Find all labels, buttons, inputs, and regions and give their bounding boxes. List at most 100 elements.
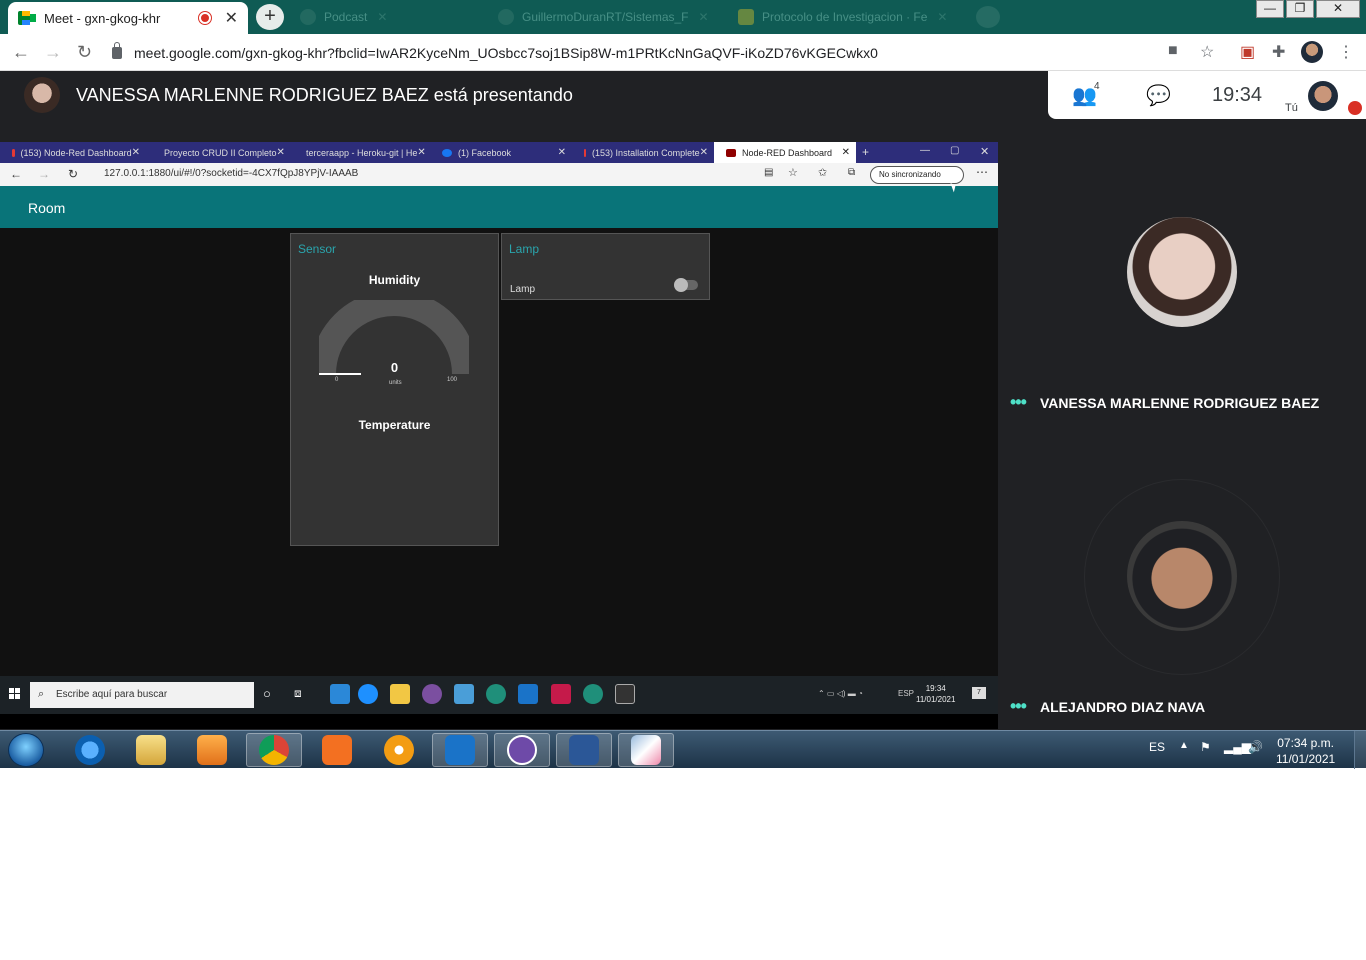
- shared-reload-icon: ↻: [68, 167, 79, 181]
- show-hidden-icons-icon[interactable]: ▲: [1179, 740, 1189, 751]
- shared-new-tab-icon: +: [862, 145, 870, 159]
- tab-meet[interactable]: Meet - gxn-gkog-khr ✕: [8, 2, 248, 34]
- shared-address-bar: ← → ↻ 127.0.0.1:1880/ui/#!/0?socketid=-4…: [0, 163, 998, 186]
- shared-forward-icon: →: [38, 167, 50, 181]
- more-options-icon[interactable]: •••: [1010, 696, 1027, 717]
- file-explorer-icon: [390, 684, 410, 704]
- sync-status: No sincronizando: [870, 166, 964, 184]
- participant-avatar: [1127, 521, 1237, 631]
- windows-start-icon: [9, 688, 21, 700]
- github-icon: [498, 9, 514, 25]
- shared-tab: (153) Installation Complete ✕: [572, 142, 714, 163]
- start-orb-icon[interactable]: [8, 733, 44, 767]
- reload-icon[interactable]: ↻: [77, 42, 92, 63]
- presenting-text: VANESSA MARLENNE RODRIGUEZ BAEZ está pre…: [76, 84, 573, 105]
- shared-maximize-icon: ▢: [950, 145, 960, 156]
- temperature-label: Temperature: [358, 418, 431, 432]
- presenting-bar: VANESSA MARLENNE RODRIGUEZ BAEZ está pre…: [0, 71, 1048, 119]
- taskbar-explorer[interactable]: [123, 733, 179, 767]
- window-controls: — ❐ ✕: [1254, 0, 1360, 18]
- address-bar[interactable]: meet.google.com/gxn-gkog-khr?fbclid=IwAR…: [112, 39, 1222, 67]
- cortana-icon: ○: [263, 686, 271, 701]
- youtube-icon: [12, 148, 15, 157]
- folder-icon: [136, 735, 166, 765]
- notifications-icon: 7: [972, 687, 986, 699]
- lamp-card: Lamp Lamp: [501, 233, 710, 300]
- taskbar-internet-explorer[interactable]: [62, 733, 118, 767]
- taskbar-app-icon: [330, 684, 350, 704]
- tab-favicon-icon: [300, 9, 316, 25]
- minimize-button[interactable]: —: [1256, 0, 1284, 18]
- shared-read-icon: ▤: [764, 167, 774, 178]
- edge-icon: [583, 684, 603, 704]
- volume-icon[interactable]: 🔊: [1248, 740, 1263, 754]
- chat-icon[interactable]: 💬: [1146, 83, 1171, 108]
- new-tab-button[interactable]: +: [256, 4, 284, 30]
- back-icon[interactable]: ←: [12, 42, 30, 63]
- participant-name: VANESSA MARLENNE RODRIGUEZ BAEZ: [1040, 395, 1320, 411]
- shared-tab: terceraapp - Heroku-git | He ✕: [306, 147, 426, 158]
- shared-close-icon: ✕: [980, 146, 990, 158]
- extension-icon[interactable]: ▣: [1240, 42, 1255, 62]
- xampp-icon: [322, 735, 352, 765]
- self-video-thumbnail[interactable]: [1308, 81, 1338, 111]
- lock-icon: [112, 42, 122, 59]
- dashboard-header: Room: [0, 186, 998, 228]
- participants-count: 4: [1094, 81, 1100, 92]
- lamp-toggle: [674, 278, 698, 292]
- menu-kebab-icon[interactable]: ⋮: [1338, 42, 1354, 62]
- taskbar-media-player[interactable]: [184, 733, 240, 767]
- url-text: meet.google.com/gxn-gkog-khr?fbclid=IwAR…: [134, 45, 878, 61]
- taskbar-xampp[interactable]: [309, 733, 365, 767]
- shared-tab: (153) Node-Red Dashboard ✕: [0, 142, 146, 163]
- meeting-time: 19:34: [1212, 84, 1263, 106]
- shared-favorites-icon: ✩: [818, 167, 828, 179]
- shared-screen: (153) Node-Red Dashboard ✕ Proyecto CRUD …: [0, 142, 998, 729]
- taskbar-vscode[interactable]: [432, 733, 488, 767]
- action-center-flag-icon[interactable]: ⚑: [1200, 740, 1211, 754]
- background-tab[interactable]: GuillermoDuranRT/Sistemas_F ✕: [498, 6, 720, 28]
- tab-title: Meet - gxn-gkog-khr: [44, 10, 161, 26]
- bookmark-star-icon[interactable]: ☆: [1200, 42, 1214, 62]
- taskbar-chrome[interactable]: [246, 733, 302, 767]
- card-title: Sensor: [298, 242, 337, 256]
- tab-close-icon[interactable]: ✕: [937, 10, 947, 24]
- tab-close-icon[interactable]: ✕: [225, 8, 238, 28]
- taskbar-github-desktop[interactable]: [494, 733, 550, 767]
- background-tab[interactable]: Podcast ✕: [300, 6, 480, 28]
- background-tab[interactable]: Protocolo de Investigacion · Fe ✕: [738, 6, 960, 28]
- shared-tab: (1) Facebook ✕: [430, 142, 572, 163]
- forward-icon[interactable]: →: [44, 42, 62, 63]
- os-clock[interactable]: 07:34 p.m. 11/01/2021: [1276, 735, 1335, 767]
- taskbar-word[interactable]: [556, 733, 612, 767]
- close-window-button[interactable]: ✕: [1316, 0, 1360, 18]
- network-signal-icon[interactable]: ▂▄▆: [1224, 740, 1251, 754]
- shared-lang: ESP: [898, 689, 915, 698]
- meet-top-panel: 👥 4 💬 19:34 Tú: [1048, 71, 1366, 119]
- tab-close-icon[interactable]: ✕: [377, 10, 387, 24]
- shared-minimize-icon: —: [920, 145, 930, 156]
- screen: Meet - gxn-gkog-khr ✕ + Podcast ✕ Guille…: [0, 0, 1366, 960]
- shared-search-box: ⌕ Escribe aquí para buscar: [30, 682, 254, 708]
- shared-taskbar: ⌕ Escribe aquí para buscar ○ ⧈ ⌃ ▭ ◁) ▬ …: [0, 676, 998, 714]
- os-lang[interactable]: ES: [1149, 740, 1165, 754]
- taskbar-paint[interactable]: [618, 733, 674, 767]
- maximize-button[interactable]: ❐: [1286, 0, 1314, 18]
- dashboard-body: Sensor Humidity 0 units 0 100 Temperatur…: [0, 228, 998, 676]
- shared-tab-active: Node-RED Dashboard ✕: [714, 142, 856, 163]
- github-desktop-icon: [422, 684, 442, 704]
- browser-toolbar: ← → ↻ meet.google.com/gxn-gkog-khr?fbcli…: [0, 34, 1366, 71]
- taskbar-app[interactable]: [371, 733, 427, 767]
- lamp-switch-label: Lamp: [510, 284, 536, 295]
- gauge-max: 100: [447, 377, 458, 383]
- tab-close-icon[interactable]: ✕: [699, 10, 709, 24]
- recording-icon: [198, 12, 211, 24]
- google-meet-icon: [18, 11, 36, 25]
- extensions-puzzle-icon[interactable]: ✚: [1272, 42, 1285, 62]
- show-desktop-button[interactable]: [1354, 731, 1366, 769]
- camera-icon[interactable]: ■: [1168, 42, 1178, 60]
- shared-back-icon: ←: [10, 167, 22, 181]
- more-options-icon[interactable]: •••: [1010, 392, 1027, 413]
- profile-avatar[interactable]: [1301, 41, 1323, 63]
- media-player-icon: [197, 735, 227, 765]
